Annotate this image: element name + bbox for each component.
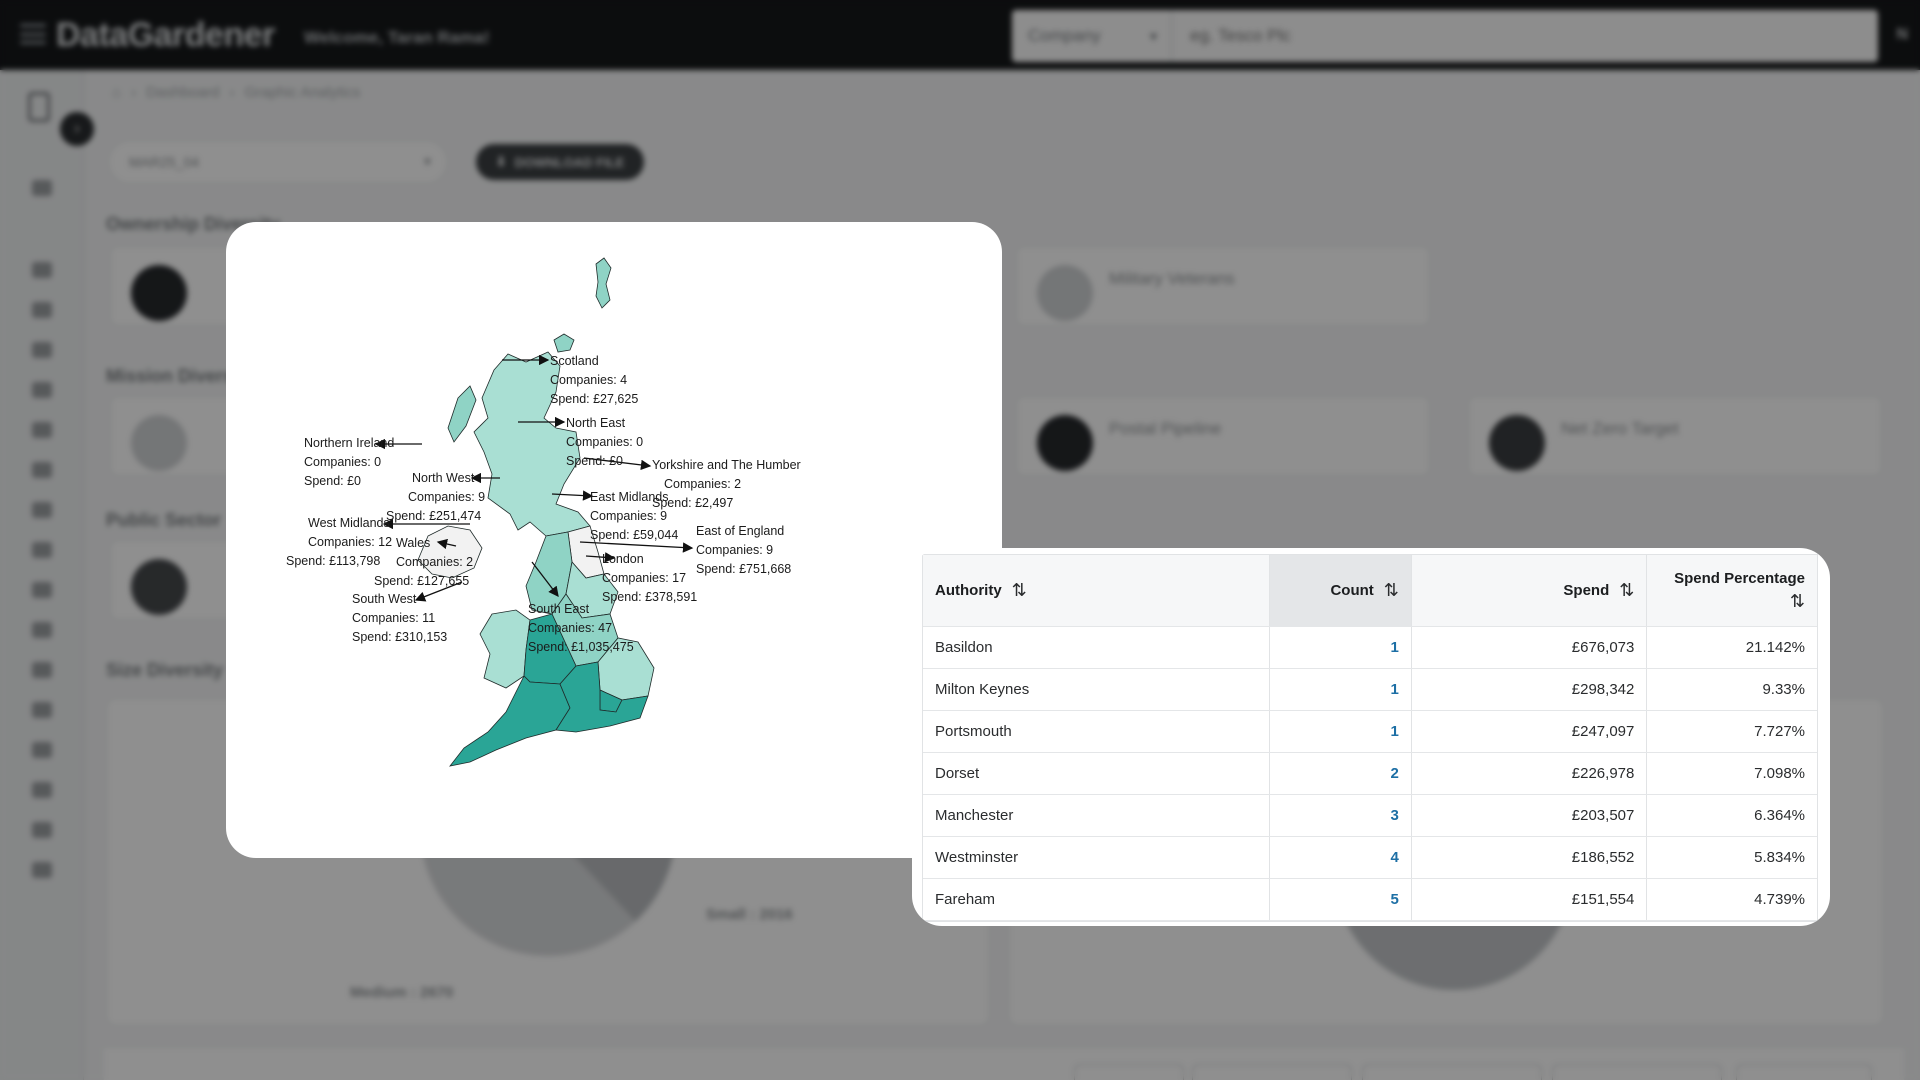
spend-cell: £298,342 <box>1412 669 1648 710</box>
count-link[interactable]: 2 <box>1391 765 1399 782</box>
sort-icon[interactable]: ⇅ <box>1619 580 1634 601</box>
map-label-east-of-england: East of England Companies: 9 Spend: £751,6… <box>696 524 792 576</box>
map-label-london: London Companies: 17 Spend: £378,591 <box>602 552 698 604</box>
map-label-south-west: South West Companies: 11 Spend: £310,153 <box>352 592 448 644</box>
table-row: Milton Keynes 1 £298,342 9.33% <box>923 669 1817 711</box>
spend-percentage-cell: 6.364% <box>1754 807 1805 824</box>
authority-cell: Manchester <box>923 795 1271 836</box>
map-label-scotland: Scotland Companies: 4 Spend: £27,625 <box>550 354 639 406</box>
column-header-spend[interactable]: Spend ⇅ <box>1412 555 1648 626</box>
column-header-authority[interactable]: Authority ⇅ <box>923 555 1271 626</box>
map-label-wales: Wales Companies: 2 Spend: £127,655 <box>374 536 474 588</box>
table-row: Dorset 2 £226,978 7.098% <box>923 753 1817 795</box>
table-row: Westminster 4 £186,552 5.834% <box>923 837 1817 879</box>
table-row: Portsmouth 1 £247,097 7.727% <box>923 711 1817 753</box>
spend-cell: £676,073 <box>1412 627 1648 668</box>
count-link[interactable]: 1 <box>1391 723 1399 740</box>
map-label-north-east: North East Companies: 0 Spend: £0 <box>566 416 644 468</box>
spend-percentage-cell: 7.727% <box>1754 723 1805 740</box>
spend-cell: £186,552 <box>1412 837 1648 878</box>
authority-cell: Portsmouth <box>923 711 1271 752</box>
spend-cell: £247,097 <box>1412 711 1648 752</box>
spend-percentage-cell: 7.098% <box>1754 765 1805 782</box>
table-row: Fareham 5 £151,554 4.739% <box>923 879 1817 921</box>
sort-icon[interactable]: ⇅ <box>1384 580 1399 601</box>
count-link[interactable]: 1 <box>1391 639 1399 656</box>
spend-percentage-cell: 4.739% <box>1754 891 1805 908</box>
authority-cell: Fareham <box>923 879 1271 920</box>
map-region-scotland-islands[interactable] <box>553 333 575 353</box>
count-link[interactable]: 1 <box>1391 681 1399 698</box>
map-region-south-west[interactable] <box>449 675 571 767</box>
map-region-wales[interactable] <box>479 609 531 689</box>
map-region-scotland-islands[interactable] <box>595 257 612 309</box>
table-row: Manchester 3 £203,507 6.364% <box>923 795 1817 837</box>
authority-cell: Basildon <box>923 627 1271 668</box>
map-label-northern-ireland: Northern Ireland Companies: 0 Spend: £0 <box>304 436 395 488</box>
map-region-scotland-islands[interactable] <box>447 385 477 443</box>
sort-icon[interactable]: ⇅ <box>1790 591 1805 612</box>
count-link[interactable]: 4 <box>1391 849 1399 866</box>
count-link[interactable]: 3 <box>1391 807 1399 824</box>
table-row: Basildon 1 £676,073 21.142% <box>923 627 1817 669</box>
spend-cell: £226,978 <box>1412 753 1648 794</box>
spend-percentage-cell: 21.142% <box>1745 639 1805 656</box>
uk-map-panel: Scotland Companies: 4 Spend: £27,625 North… <box>226 222 1002 858</box>
authority-cell: Dorset <box>923 753 1271 794</box>
table-header-row: Authority ⇅ Count ⇅ Spend ⇅ Spend Percen… <box>923 555 1817 627</box>
spend-cell: £203,507 <box>1412 795 1648 836</box>
column-header-count[interactable]: Count ⇅ <box>1270 555 1412 626</box>
authority-cell: Westminster <box>923 837 1271 878</box>
authority-cell: Milton Keynes <box>923 669 1271 710</box>
count-link[interactable]: 5 <box>1391 891 1399 908</box>
authority-table-panel: Authority ⇅ Count ⇅ Spend ⇅ Spend Percen… <box>912 548 1830 926</box>
map-label-east-midlands: East Midlands Companies: 9 Spend: £59,044 <box>590 490 679 542</box>
sort-icon[interactable]: ⇅ <box>1012 580 1027 601</box>
map-label-south-east: South East Companies: 47 Spend: £1,035,475 <box>528 602 634 654</box>
column-header-spend-percentage[interactable]: Spend Percentage ⇅ <box>1647 555 1817 626</box>
authority-table: Authority ⇅ Count ⇅ Spend ⇅ Spend Percen… <box>922 554 1818 922</box>
spend-percentage-cell: 9.33% <box>1762 681 1805 698</box>
map-label-north-west: North West Companies: 9 Spend: £251,474 <box>386 471 486 523</box>
spend-percentage-cell: 5.834% <box>1754 849 1805 866</box>
spend-cell: £151,554 <box>1412 879 1648 920</box>
